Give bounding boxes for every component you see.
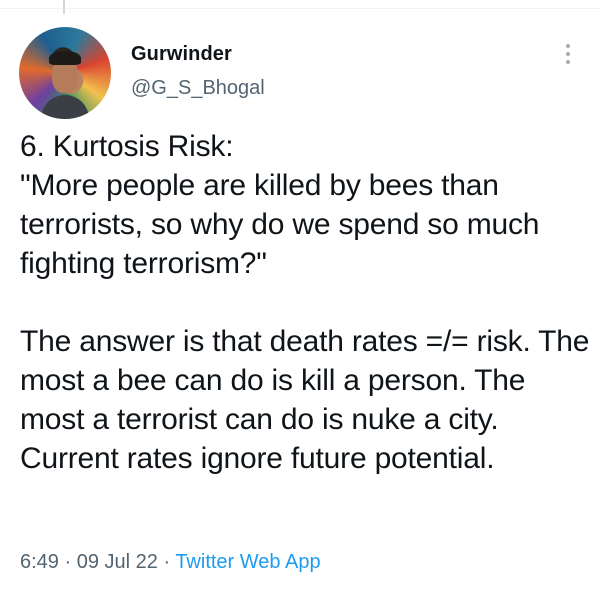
tweet-source-link[interactable]: Twitter Web App (175, 551, 320, 573)
more-options-button[interactable] (556, 40, 580, 68)
author-handle[interactable]: @G_S_Bhogal (131, 77, 265, 100)
tweet-time[interactable]: 6:49 (20, 551, 59, 573)
more-vertical-icon-dot (566, 60, 570, 64)
tweet: Gurwinder @G_S_Bhogal 6. Kurtosis Risk: … (0, 0, 600, 589)
more-vertical-icon (566, 44, 570, 48)
tweet-metadata: 6:49 · 09 Jul 22 · Twitter Web App (20, 551, 321, 574)
avatar[interactable] (19, 27, 111, 119)
tweet-text: 6. Kurtosis Risk: "More people are kille… (20, 127, 590, 478)
tweet-date[interactable]: 09 Jul 22 (77, 551, 158, 573)
tweet-paragraph: 6. Kurtosis Risk: "More people are kille… (20, 130, 540, 280)
more-vertical-icon-dot (566, 52, 570, 56)
avatar-hair (49, 51, 81, 65)
meta-separator: · (157, 551, 176, 573)
avatar-shirt (41, 95, 89, 119)
tweet-paragraph: The answer is that death rates =/= risk.… (20, 325, 590, 475)
author-name[interactable]: Gurwinder (131, 43, 232, 66)
meta-separator: · (58, 551, 77, 573)
